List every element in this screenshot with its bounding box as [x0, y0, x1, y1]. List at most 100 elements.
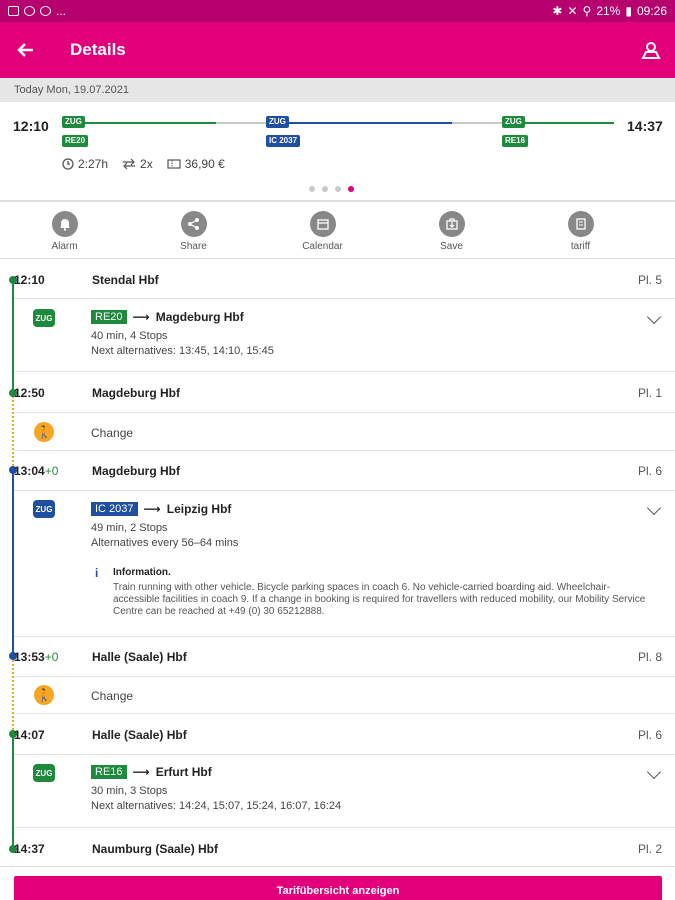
action-row: Alarm Share Calendar Save tariff — [0, 204, 675, 258]
page-indicator — [309, 186, 354, 192]
share-label: Share — [180, 241, 207, 252]
battery-icon: ▮ — [625, 4, 632, 18]
divider — [14, 636, 675, 637]
page-dot-1[interactable] — [309, 186, 315, 192]
stop-row[interactable]: 12:50 Magdeburg Hbf Pl. 1 — [14, 374, 675, 411]
overview-arrive-time: 14:37 — [627, 118, 663, 134]
stop-platform: Pl. 8 — [637, 649, 662, 664]
segment-gap-1 — [216, 122, 266, 124]
leg-alternatives: Alternatives every 56–64 mins — [91, 537, 239, 549]
share-button[interactable]: Share — [129, 204, 258, 258]
save-label: Save — [440, 241, 463, 252]
leg-details[interactable]: RE20 ⟶ Magdeburg Hbf 40 min, 4 Stops Nex… — [91, 310, 274, 357]
divider — [14, 827, 675, 828]
connection-overview[interactable]: 12:10 14:37 ZUG RE20 ZUG IC 2037 ZUG RE1… — [0, 102, 675, 200]
wifi-icon: ⚲ — [582, 4, 592, 18]
stop-row[interactable]: 12:10 Stendal Hbf Pl. 5 — [14, 261, 675, 298]
stop-row[interactable]: 14:37 Naumburg (Saale) Hbf Pl. 2 — [14, 830, 675, 867]
stop-time: 12:10 — [14, 272, 45, 287]
train-icon: ZUG — [33, 764, 55, 782]
tariff-icon — [567, 211, 594, 237]
segment-gap-2 — [452, 122, 502, 124]
divider — [0, 200, 675, 202]
tariff-label: tariff — [570, 241, 591, 252]
page-title: Details — [70, 40, 126, 59]
divider — [0, 258, 675, 259]
segment-1-label: RE20 — [62, 135, 89, 147]
segment-2-label: IC 2037 — [266, 135, 301, 147]
stop-row[interactable]: 13:53+0 Halle (Saale) Hbf Pl. 8 — [14, 638, 675, 675]
map-button[interactable] — [627, 22, 675, 78]
segment-3-train-icon: ZUG — [502, 116, 525, 128]
price-info: 36,90 € — [167, 157, 225, 171]
stop-platform: Pl. 6 — [637, 463, 662, 478]
stop-name: Halle (Saale) Hbf — [92, 649, 187, 664]
stop-name: Naumburg (Saale) Hbf — [92, 841, 219, 856]
overview-depart-time: 12:10 — [13, 118, 49, 134]
divider — [14, 371, 675, 372]
leg-summary: 30 min, 3 Stops — [91, 785, 168, 797]
divider — [14, 412, 675, 413]
changes-value: 2x — [140, 157, 153, 171]
leg-destination: Leipzig Hbf — [166, 502, 232, 516]
page-dot-3[interactable] — [335, 186, 341, 192]
divider — [14, 676, 675, 677]
information-text: Train running with other vehicle. Bicycl… — [113, 582, 646, 617]
stop-name: Halle (Saale) Hbf — [92, 727, 187, 742]
back-button[interactable] — [0, 22, 52, 78]
divider — [14, 754, 675, 755]
bell-icon — [51, 211, 78, 237]
tariff-overview-button[interactable]: Tarifübersicht anzeigen — [14, 876, 662, 900]
divider — [14, 713, 675, 714]
leg-details[interactable]: RE16 ⟶ Erfurt Hbf 30 min, 3 Stops Next a… — [91, 765, 341, 812]
chevron-down-icon[interactable] — [646, 500, 662, 516]
stop-time: 13:04+0 — [14, 463, 59, 478]
clock-icon — [62, 158, 74, 170]
stop-platform: Pl. 1 — [637, 385, 662, 400]
status-left: ... — [8, 4, 66, 18]
train-icon: ZUG — [33, 500, 55, 518]
change-label: Change — [91, 689, 134, 703]
share-icon — [180, 211, 207, 237]
chevron-down-icon[interactable] — [646, 764, 662, 780]
save-button[interactable]: Save — [387, 204, 516, 258]
stop-name: Magdeburg Hbf — [92, 463, 180, 478]
stop-time: 13:53+0 — [14, 649, 59, 664]
stop-platform: Pl. 6 — [637, 727, 662, 742]
leg-details[interactable]: IC 2037 ⟶ Leipzig Hbf 49 min, 2 Stops Al… — [91, 502, 238, 549]
calendar-button[interactable]: Calendar — [258, 204, 387, 258]
stop-row[interactable]: 13:04+0 Magdeburg Hbf Pl. 6 — [14, 452, 675, 489]
notification-link-icon — [24, 6, 35, 16]
stop-row[interactable]: 14:07 Halle (Saale) Hbf Pl. 6 — [14, 716, 675, 753]
segment-line-ic2037 — [266, 122, 452, 124]
arrow-right-icon: ⟶ — [132, 310, 150, 324]
more-notifications: ... — [56, 4, 67, 18]
leg-alternatives: Next alternatives: 13:45, 14:10, 15:45 — [91, 345, 274, 357]
information-title: Information. — [113, 567, 171, 578]
page-dot-4-active[interactable] — [348, 186, 354, 192]
status-right: ✱ ✕ ⚲ 21% ▮ 09:26 — [552, 4, 667, 18]
stop-time: 14:07 — [14, 727, 45, 742]
duration-value: 2:27h — [78, 157, 109, 171]
arrow-right-icon: ⟶ — [143, 502, 161, 516]
calendar-label: Calendar — [302, 241, 343, 252]
leg-line-ic2037 — [12, 470, 14, 656]
page-dot-2[interactable] — [322, 186, 328, 192]
alarm-button[interactable]: Alarm — [0, 204, 129, 258]
tariff-button[interactable]: tariff — [516, 204, 645, 258]
ticket-icon — [167, 159, 181, 169]
date-bar: Today Mon, 19.07.2021 — [0, 78, 675, 102]
clock: 09:26 — [636, 4, 667, 18]
train-tag: RE16 — [91, 765, 127, 779]
notification-image-icon — [8, 6, 19, 16]
divider — [14, 298, 675, 299]
segment-line-re20 — [62, 122, 216, 124]
save-icon — [438, 211, 465, 237]
chevron-down-icon[interactable] — [646, 309, 662, 325]
change-label: Change — [91, 426, 134, 440]
divider — [14, 450, 675, 451]
notification-app-icon — [40, 6, 51, 16]
calendar-icon — [309, 211, 336, 237]
bluetooth-icon: ✱ — [552, 4, 563, 18]
arrow-left-icon — [17, 43, 33, 57]
